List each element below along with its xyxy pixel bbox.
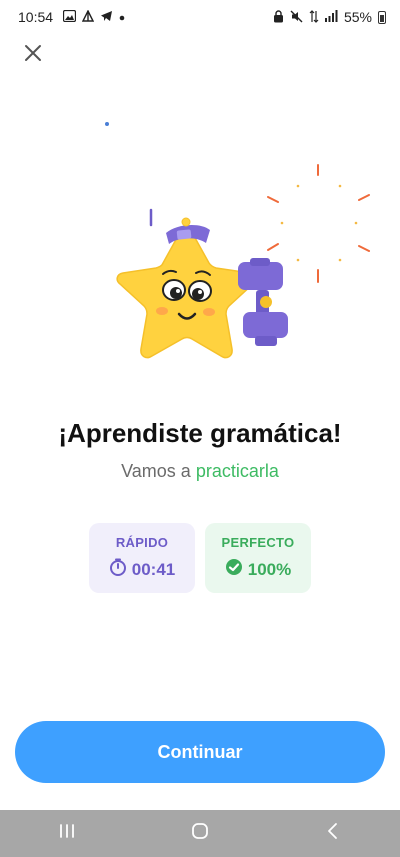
mute-icon: [290, 10, 303, 25]
back-icon: [326, 822, 340, 845]
dumbbell: [238, 258, 288, 346]
battery-percent: 55%: [343, 9, 372, 25]
signal-icon: [324, 10, 338, 24]
recents-icon: [58, 823, 76, 844]
image-icon: [62, 9, 77, 24]
celebration-illustration: [0, 110, 400, 410]
lock-icon: [273, 9, 284, 25]
close-icon: [24, 44, 42, 67]
data-icon: [309, 9, 319, 25]
recents-button[interactable]: [37, 814, 97, 854]
accuracy-stat-value-row: 100%: [225, 558, 291, 581]
battery-icon: [378, 10, 386, 24]
status-bar-left: 10:54: [18, 9, 125, 25]
accuracy-stat-card: PERFECTO 100%: [205, 523, 311, 593]
telegram-icon: [100, 10, 113, 24]
lesson-complete-subtitle: Vamos a practicarla: [0, 461, 400, 482]
timer-icon: [109, 558, 127, 581]
alert-icon: [81, 9, 95, 24]
subtitle-prefix: Vamos a: [121, 461, 191, 481]
system-navigation-bar: [0, 810, 400, 857]
sparkle-dot: [105, 122, 109, 126]
dot-icon: [119, 11, 125, 23]
accuracy-stat-label: PERFECTO: [221, 535, 295, 550]
accuracy-stat-value: 100%: [247, 559, 292, 579]
sparkle-dots: [280, 184, 358, 262]
back-button[interactable]: [303, 814, 363, 854]
check-circle-icon: [225, 558, 243, 581]
status-bar: 10:54 55%: [0, 0, 400, 34]
stats-row: RÁPIDO 00:41 PERFECTO 100%: [89, 523, 311, 593]
home-icon: [191, 822, 209, 845]
speed-stat-card: RÁPIDO 00:41: [89, 523, 195, 593]
subtitle-accent: practicarla: [195, 461, 279, 481]
continue-button[interactable]: Continuar: [15, 721, 385, 783]
home-button[interactable]: [170, 814, 230, 854]
lesson-complete-title: ¡Aprendiste gramática!: [58, 418, 342, 448]
star-character: [116, 217, 257, 359]
status-time: 10:54: [18, 9, 54, 25]
speed-stat-value-row: 00:41: [109, 558, 175, 581]
speed-stat-value: 00:41: [131, 559, 176, 579]
status-bar-right: 55%: [273, 9, 386, 25]
close-button[interactable]: [20, 42, 46, 68]
speed-stat-label: RÁPIDO: [115, 535, 169, 550]
